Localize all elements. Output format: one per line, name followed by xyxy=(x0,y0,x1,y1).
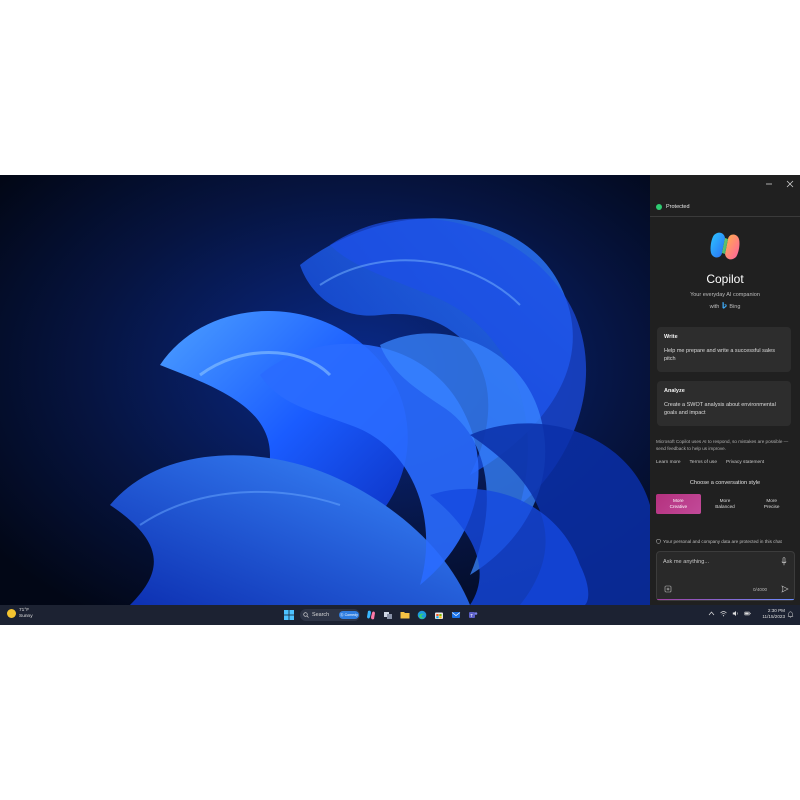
minimize-icon xyxy=(766,183,772,185)
close-button[interactable] xyxy=(783,179,797,191)
desktop-screen: Protected Copilot Your everyday AI compa… xyxy=(0,175,800,625)
system-tray xyxy=(708,610,751,617)
task-view-icon xyxy=(384,612,392,619)
card-text: Help me prepare and write a successful s… xyxy=(664,348,775,362)
chevron-up-icon[interactable] xyxy=(708,610,715,617)
style-line2: Creative xyxy=(669,504,688,509)
terms-of-use-link[interactable]: Terms of use xyxy=(690,460,717,465)
input-accent-line xyxy=(657,599,794,600)
shield-icon xyxy=(656,539,661,544)
character-counter: 0/4000 xyxy=(753,587,768,592)
style-balanced-button[interactable]: More Balanced xyxy=(703,494,748,514)
style-line2: Precise xyxy=(763,504,780,509)
protected-badge: Protected xyxy=(656,201,690,213)
volume-icon[interactable] xyxy=(732,610,739,617)
conversation-style-heading: Choose a conversation style xyxy=(689,480,761,486)
bloom-wallpaper xyxy=(0,175,650,605)
taskbar: 71°F Sunny Search Ⓢ Comedy T 2:30 PM 11/… xyxy=(0,605,800,625)
copilot-logo-icon xyxy=(710,232,740,260)
copilot-icon xyxy=(367,610,375,620)
taskbar-clock[interactable]: 2:30 PM 11/15/2023 xyxy=(755,608,785,620)
clock-date: 11/15/2023 xyxy=(762,614,785,619)
data-protection-note: Your personal and company data are prote… xyxy=(656,539,800,544)
card-title: Write xyxy=(664,334,678,340)
mail-icon xyxy=(451,612,461,618)
close-icon xyxy=(786,180,794,188)
svg-text:T: T xyxy=(470,613,473,618)
learn-more-link[interactable]: Learn more xyxy=(656,460,681,465)
wifi-icon[interactable] xyxy=(720,610,727,617)
bing-icon xyxy=(722,302,727,309)
task-view-button[interactable] xyxy=(382,609,394,621)
teams-button[interactable]: T xyxy=(467,609,479,621)
weather-desc: Sunny xyxy=(19,613,33,619)
suggestion-card-write[interactable]: Write Help me prepare and write a succes… xyxy=(657,327,791,372)
style-line2: Balanced xyxy=(715,504,735,509)
folder-icon xyxy=(400,612,410,619)
outlook-button[interactable] xyxy=(450,609,462,621)
with-bing: with Bing xyxy=(650,302,800,310)
panel-titlebar xyxy=(650,175,800,197)
windows-logo-icon xyxy=(284,610,294,620)
conversation-style-selector: More Creative More Balanced More Precise xyxy=(656,494,794,514)
bing-label: Bing xyxy=(729,304,741,310)
style-line1: More xyxy=(719,498,731,503)
file-explorer-button[interactable] xyxy=(399,609,411,621)
sun-icon xyxy=(7,609,16,618)
chat-input-box: 0/4000 xyxy=(656,551,795,601)
send-icon[interactable] xyxy=(781,585,789,593)
with-prefix: with xyxy=(709,304,720,310)
protected-label: Protected xyxy=(666,204,690,210)
copilot-taskbar-button[interactable] xyxy=(365,609,377,621)
ask-input[interactable] xyxy=(663,557,773,567)
style-line1: More xyxy=(766,498,778,503)
edge-icon xyxy=(417,610,427,620)
style-precise-button[interactable]: More Precise xyxy=(749,494,794,514)
battery-icon[interactable] xyxy=(744,610,751,617)
header-divider xyxy=(650,216,800,217)
teams-icon: T xyxy=(469,612,478,618)
search-icon xyxy=(303,612,309,618)
start-button[interactable] xyxy=(283,609,295,621)
store-icon xyxy=(435,612,443,619)
footer-links: Learn more Terms of use Privacy statemen… xyxy=(656,460,796,465)
image-upload-icon[interactable] xyxy=(664,585,672,593)
taskbar-apps: Search Ⓢ Comedy T xyxy=(283,607,479,623)
style-line1: More xyxy=(672,498,684,503)
suggestion-card-analyze[interactable]: Analyze Create a SWOT analysis about env… xyxy=(657,381,791,426)
protected-status-icon xyxy=(656,204,662,210)
taskbar-search[interactable]: Search Ⓢ Comedy xyxy=(300,609,360,621)
notification-bell-icon[interactable] xyxy=(787,611,794,618)
microphone-icon[interactable] xyxy=(781,557,787,566)
copilot-panel: Protected Copilot Your everyday AI compa… xyxy=(650,175,800,605)
edge-button[interactable] xyxy=(416,609,428,621)
copilot-subtitle: Your everyday AI companion xyxy=(690,292,760,298)
ai-disclaimer: Microsoft Copilot uses AI to respond, so… xyxy=(656,439,789,451)
weather-widget[interactable]: 71°F Sunny xyxy=(7,608,33,619)
search-highlight-badge: Ⓢ Comedy xyxy=(339,611,359,619)
copilot-title: Copilot xyxy=(706,272,744,286)
card-text: Create a SWOT analysis about environment… xyxy=(664,402,776,416)
card-title: Analyze xyxy=(664,388,685,394)
store-button[interactable] xyxy=(433,609,445,621)
search-label: Search xyxy=(312,612,330,618)
privacy-statement-link[interactable]: Privacy statement xyxy=(726,460,764,465)
privacy-note-text: Your personal and company data are prote… xyxy=(663,539,782,544)
style-creative-button[interactable]: More Creative xyxy=(656,494,701,514)
minimize-button[interactable] xyxy=(762,179,776,191)
